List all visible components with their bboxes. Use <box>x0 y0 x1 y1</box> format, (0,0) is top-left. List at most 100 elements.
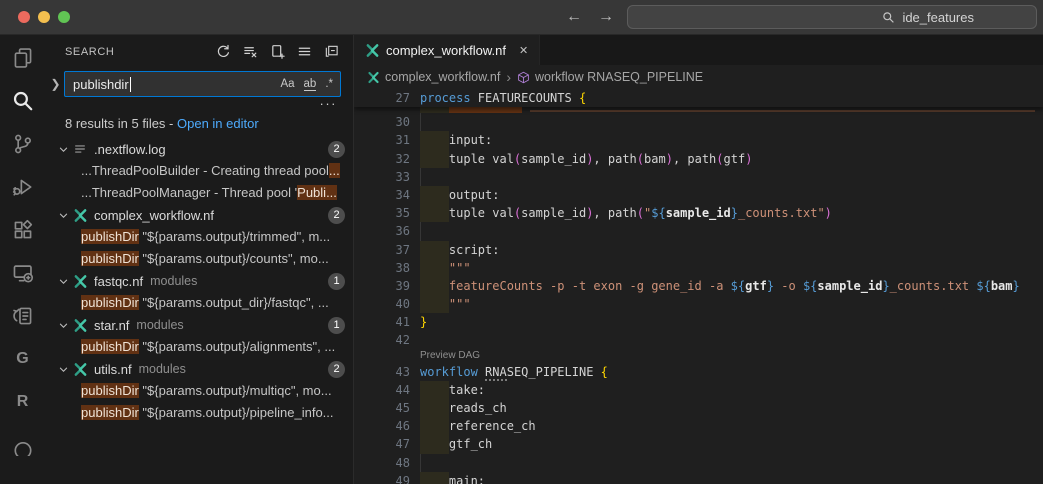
search-result-match-row[interactable]: publishDir "${params.output}/counts", mo… <box>45 248 353 270</box>
view-as-list-icon[interactable] <box>296 44 312 60</box>
code-line[interactable]: 42 <box>354 331 1043 349</box>
gitlens-icon[interactable]: G <box>10 346 36 372</box>
clear-search-results-icon[interactable] <box>242 44 258 60</box>
code-line[interactable]: 46 reference_ch <box>354 417 1043 435</box>
minimize-window-icon[interactable] <box>38 11 50 23</box>
line-number: 35 <box>354 204 420 222</box>
line-number: 36 <box>354 222 420 240</box>
match-context-text: "${params.output}/counts", mo... <box>139 251 329 266</box>
history-nav: ← → <box>566 0 614 34</box>
search-result-file-row[interactable]: utils.nfmodules2 <box>45 358 353 380</box>
toggle-search-details-icon[interactable]: ··· <box>320 99 338 111</box>
search-result-match-row[interactable]: publishDir "${params.output}/multiqc", m… <box>45 380 353 402</box>
code-text: gtf_ch <box>420 435 1043 453</box>
remote-explorer-icon[interactable] <box>10 260 36 286</box>
match-count-badge: 1 <box>328 317 345 334</box>
file-name: star.nf <box>94 318 129 333</box>
open-new-search-editor-icon[interactable] <box>269 44 285 60</box>
line-number: 44 <box>354 381 420 399</box>
search-result-file-row[interactable]: star.nfmodules1 <box>45 314 353 336</box>
syntax-token: script: <box>420 243 499 257</box>
code-line[interactable]: 33 <box>354 168 1043 186</box>
chevron-down-icon[interactable] <box>55 320 71 331</box>
code-line[interactable]: 39 featureCounts -p -t exon -g gene_id -… <box>354 277 1043 295</box>
search-result-match-row[interactable]: publishDir "${params.output_dir}/fastqc"… <box>45 292 353 314</box>
syntax-token: ${ <box>651 206 665 220</box>
line-number: 49 <box>354 472 420 484</box>
breadcrumb-symbol[interactable]: workflow RNASEQ_PIPELINE <box>535 70 703 84</box>
code-line[interactable]: 30 <box>354 113 1043 131</box>
run-and-debug-icon[interactable] <box>10 174 36 200</box>
code-line[interactable]: 38 """ <box>354 259 1043 277</box>
chevron-down-icon[interactable] <box>55 276 71 287</box>
code-line[interactable]: 34 output: <box>354 186 1043 204</box>
code-text: tuple val(sample_id), path(bam), path(gt… <box>420 150 1043 168</box>
forward-icon[interactable]: → <box>598 8 614 26</box>
extensions-icon[interactable] <box>10 217 36 243</box>
code-line[interactable]: 36 <box>354 222 1043 240</box>
search-result-match-row[interactable]: publishDir "${params.output}/trimmed", m… <box>45 226 353 248</box>
code-text: featureCounts -p -t exon -g gene_id -a $… <box>420 277 1043 295</box>
search-result-match-row[interactable]: ...ThreadPoolManager - Thread pool 'Publ… <box>45 182 353 204</box>
code-text: input: <box>420 131 1043 149</box>
code-line[interactable]: 35 tuple val(sample_id), path("${sample_… <box>354 204 1043 222</box>
code-line[interactable]: 41} <box>354 313 1043 331</box>
code-line[interactable]: 32 tuple val(sample_id), path(bam), path… <box>354 150 1043 168</box>
code-editor[interactable]: 27process FEATURECOUNTS { 3031 input:32 … <box>354 89 1043 484</box>
command-center[interactable]: ide_features <box>627 5 1037 29</box>
search-result-file-row[interactable]: complex_workflow.nf2 <box>45 204 353 226</box>
maximize-window-icon[interactable] <box>58 11 70 23</box>
search-icon[interactable] <box>10 88 36 114</box>
references-view-icon[interactable] <box>10 303 36 329</box>
chevron-down-icon[interactable] <box>55 144 71 155</box>
search-result-match-row[interactable]: publishDir "${params.output}/pipeline_in… <box>45 402 353 424</box>
close-tab-icon[interactable]: ✕ <box>519 44 528 57</box>
match-whole-word-toggle[interactable]: ab <box>304 78 317 91</box>
code-line[interactable]: 47 gtf_ch <box>354 435 1043 453</box>
syntax-token: reads_ch <box>420 401 507 415</box>
use-regex-toggle[interactable]: .* <box>325 78 333 90</box>
nextflow-file-icon <box>71 274 89 289</box>
match-case-toggle[interactable]: Aa <box>280 78 294 90</box>
chevron-down-icon[interactable] <box>55 364 71 375</box>
code-line[interactable]: 44 take: <box>354 381 1043 399</box>
code-line[interactable]: 31 input: <box>354 131 1043 149</box>
command-center-label: ide_features <box>902 10 974 25</box>
code-line[interactable]: 48 <box>354 454 1043 472</box>
code-line[interactable]: 49 main: <box>354 472 1043 484</box>
chevron-down-icon[interactable] <box>55 210 71 221</box>
matched-text: publishDir <box>81 229 139 244</box>
toggle-replace-chevron-icon[interactable]: ❯ <box>49 77 62 91</box>
search-result-match-row[interactable]: ...ThreadPoolBuilder - Creating thread p… <box>45 160 353 182</box>
breadcrumb-file[interactable]: complex_workflow.nf <box>385 70 500 84</box>
codelens-preview-dag[interactable]: Preview DAG <box>354 350 1043 363</box>
syntax-token: process <box>420 91 471 105</box>
back-icon[interactable]: ← <box>566 8 582 26</box>
tab-complex-workflow[interactable]: complex_workflow.nf ✕ <box>354 35 540 65</box>
refresh-icon[interactable] <box>215 44 231 60</box>
explorer-icon[interactable] <box>10 45 36 71</box>
code-line[interactable]: 43workflow RNASEQ_PIPELINE { <box>354 363 1043 381</box>
account-icon[interactable] <box>10 432 36 458</box>
code-line[interactable]: 45 reads_ch <box>354 399 1043 417</box>
search-result-file-row[interactable]: fastqc.nfmodules1 <box>45 270 353 292</box>
syntax-token: sample_id <box>521 152 586 166</box>
matched-text: ... <box>329 163 340 178</box>
open-in-editor-link[interactable]: Open in editor <box>177 116 259 131</box>
search-result-file-row[interactable]: .nextflow.log2 <box>45 138 353 160</box>
syntax-token: -o <box>774 279 803 293</box>
syntax-token <box>478 365 485 379</box>
code-line[interactable]: 40 """ <box>354 295 1043 313</box>
code-line[interactable]: 37 script: <box>354 241 1043 259</box>
close-window-icon[interactable] <box>18 11 30 23</box>
collapse-all-icon[interactable] <box>323 44 339 60</box>
search-input[interactable]: publishdir Aaab.* <box>64 71 341 97</box>
syntax-token: RNA <box>485 365 507 381</box>
line-number: 43 <box>354 363 420 381</box>
search-result-match-row[interactable]: publishDir "${params.output}/alignments"… <box>45 336 353 358</box>
sticky-scroll-line[interactable]: 27process FEATURECOUNTS { <box>354 89 1043 107</box>
r-language-icon[interactable]: R <box>10 389 36 415</box>
code-text: output: <box>420 186 1043 204</box>
line-number: 38 <box>354 259 420 277</box>
source-control-icon[interactable] <box>10 131 36 157</box>
